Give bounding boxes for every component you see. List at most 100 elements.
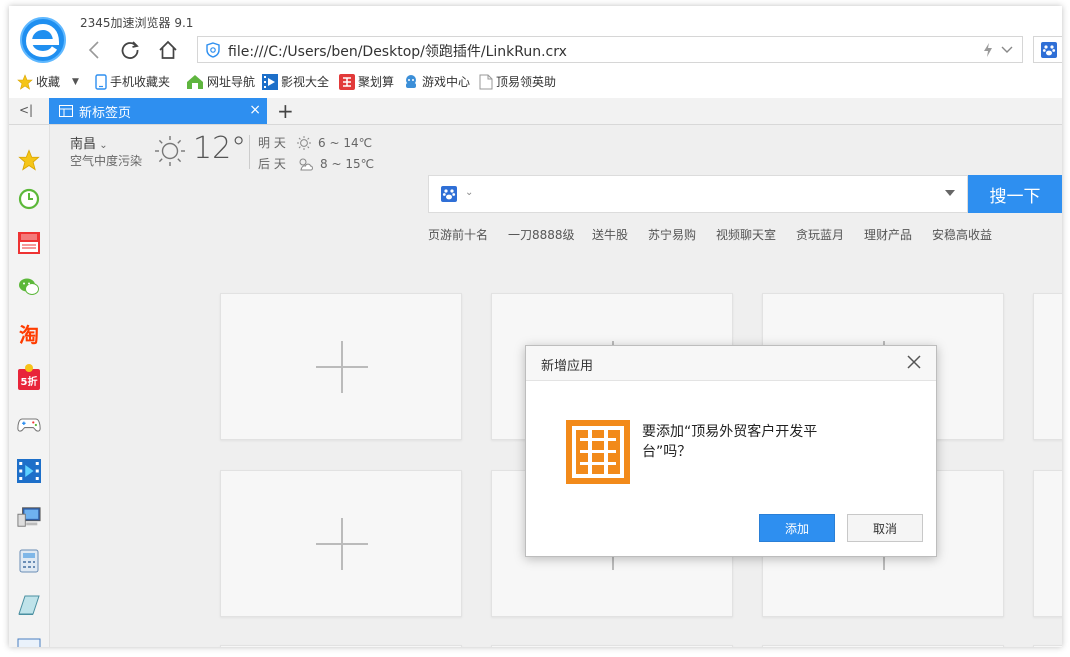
hot-link[interactable]: 安稳高收益 — [932, 226, 992, 243]
wechat-icon — [19, 278, 39, 295]
star-icon — [17, 73, 33, 90]
gamepad-icon — [17, 418, 41, 432]
tab-close-icon[interactable]: × — [249, 102, 261, 118]
dialog-message: 要添加“顶易外贸客户开发平台”吗？ — [642, 424, 818, 460]
quick-access-tile[interactable] — [220, 293, 462, 440]
refresh-button[interactable] — [117, 37, 143, 63]
bookmark-mobile[interactable]: 手机收藏夹 — [95, 73, 170, 90]
quick-access-tile[interactable] — [220, 470, 462, 617]
sidebar-wechat[interactable] — [17, 275, 41, 299]
bookmark-video[interactable]: 影视大全 — [262, 73, 329, 90]
house-icon — [187, 74, 203, 89]
weather-divider — [249, 135, 250, 169]
dialog-title: 新增应用 — [541, 359, 594, 374]
sidebar-games[interactable] — [17, 413, 41, 437]
home-icon — [159, 40, 177, 59]
clock-icon — [18, 188, 40, 210]
return-icon — [17, 638, 41, 647]
sidebar-taobao[interactable]: 淘 — [17, 321, 41, 347]
dialog-header: 新增应用 — [526, 346, 936, 381]
cancel-button[interactable]: 取消 — [847, 514, 923, 542]
tab-new-tab[interactable]: 新标签页 × — [49, 98, 267, 124]
sidebar-more[interactable] — [17, 633, 41, 647]
paw-icon[interactable] — [441, 186, 457, 202]
app-icon — [566, 420, 630, 484]
close-icon[interactable] — [904, 352, 924, 372]
sidebar-history[interactable] — [17, 187, 41, 211]
chevron-down-icon[interactable]: ⌄ — [465, 187, 473, 198]
sidebar: 淘 5折 — [9, 125, 50, 647]
sidebar-notes[interactable] — [17, 593, 41, 617]
grid-icon — [59, 105, 73, 117]
taobao-icon: 淘 — [19, 322, 39, 347]
sidebar-toggle-button[interactable]: <| — [19, 103, 33, 117]
calculator-icon — [19, 549, 39, 573]
quick-access-tile[interactable] — [762, 645, 1004, 647]
bookmark-juhuasuan[interactable]: 聚划算 — [339, 73, 394, 90]
forecast-day-after: 后 天 8 ~ 15℃ — [258, 156, 375, 172]
search-engine-button[interactable] — [1033, 36, 1062, 63]
chevron-left-icon — [88, 41, 99, 59]
film-icon — [262, 73, 278, 90]
weather-city[interactable]: 南昌 ⌄ — [70, 133, 108, 152]
film-icon — [17, 459, 41, 483]
shield-icon — [206, 42, 220, 58]
hot-link[interactable]: 视频聊天室 — [716, 226, 776, 243]
sun-icon — [155, 136, 185, 166]
window-title: 2345加速浏览器 9.1 — [80, 16, 194, 30]
sidebar-discount[interactable]: 5折 — [17, 364, 41, 390]
bookmark-navigation[interactable]: 网址导航 — [186, 73, 255, 90]
svg-text:5折: 5折 — [21, 375, 38, 388]
hot-link[interactable]: 页游前十名 — [428, 226, 488, 243]
home-button[interactable] — [155, 37, 181, 63]
sidebar-computer[interactable] — [17, 505, 41, 529]
hot-link[interactable]: 理财产品 — [864, 226, 912, 243]
paw-icon — [1041, 42, 1057, 58]
tab-bar: <| 新标签页 × + — [9, 98, 1062, 125]
sidebar-video[interactable] — [17, 459, 41, 483]
chevron-down-icon: ⌄ — [96, 140, 108, 151]
sidebar-headlines[interactable] — [17, 231, 41, 255]
quick-access-tile[interactable] — [1033, 645, 1062, 647]
quick-access-tile[interactable] — [1033, 470, 1062, 617]
new-tab-button[interactable]: + — [277, 99, 294, 123]
quick-access-tile[interactable] — [1033, 293, 1062, 440]
browser-logo-icon — [19, 16, 67, 64]
add-button[interactable]: 添加 — [759, 514, 835, 542]
sidebar-favorites[interactable] — [17, 148, 41, 172]
forecast-tomorrow: 明 天 6 ~ 14℃ — [258, 135, 373, 150]
caret-down-icon[interactable]: ▼ — [72, 77, 79, 87]
hot-link[interactable]: 送牛股 — [592, 226, 628, 243]
weather-temperature: 12° — [193, 131, 247, 166]
phone-icon — [95, 73, 107, 90]
plus-icon — [316, 518, 368, 570]
page-icon — [479, 74, 493, 89]
star-icon — [18, 149, 40, 171]
bookmark-dingyi[interactable]: 顶易领英助 — [479, 73, 556, 90]
url-text: file:///C:/Users/ben/Desktop/领跑插件/LinkRu… — [228, 44, 567, 60]
refresh-icon — [121, 41, 139, 59]
lightning-icon[interactable] — [982, 42, 994, 58]
search-button[interactable]: 搜一下 — [968, 175, 1062, 213]
add-app-dialog: 新增应用 要添加“顶易外贸客户开发平台”吗？ 添加 取消 — [525, 345, 937, 557]
quick-access-tile[interactable] — [220, 645, 462, 647]
computer-icon — [17, 507, 41, 527]
bookmarks-bar: 收藏 ▼ 手机收藏夹 网址导航 影视大全 聚划算 游戏中心 顶易领英助 — [9, 69, 1062, 93]
dropdown-arrow-icon[interactable] — [945, 190, 955, 196]
hot-link[interactable]: 一刀8888级 — [508, 226, 575, 243]
news-icon — [18, 232, 40, 254]
tab-label: 新标签页 — [79, 105, 132, 121]
bookmark-games[interactable]: 游戏中心 — [403, 73, 470, 90]
hot-link[interactable]: 苏宁易购 — [648, 226, 696, 243]
sidebar-calculator[interactable] — [17, 549, 41, 573]
game-icon — [406, 74, 416, 88]
quick-access-tile[interactable] — [491, 645, 733, 647]
address-bar[interactable]: file:///C:/Users/ben/Desktop/领跑插件/LinkRu… — [197, 36, 1023, 63]
back-button[interactable] — [81, 37, 107, 63]
hot-link[interactable]: 贪玩蓝月 — [796, 226, 844, 243]
bookmark-favorites[interactable]: 收藏 ▼ — [17, 73, 79, 90]
notepad-icon — [18, 595, 40, 615]
partly-cloudy-icon — [299, 158, 313, 170]
search-box[interactable]: ⌄ — [428, 175, 968, 213]
chevron-down-icon[interactable] — [1000, 42, 1014, 56]
